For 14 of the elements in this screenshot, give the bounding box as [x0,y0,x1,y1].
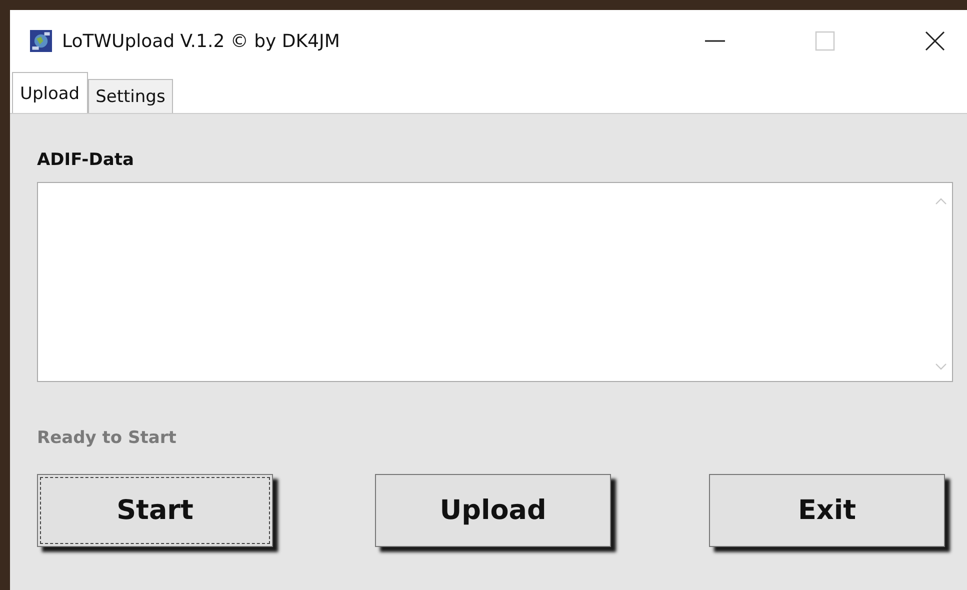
scroll-up-icon[interactable] [935,197,947,205]
action-button[interactable]: Start [37,474,273,547]
action-button[interactable]: Exit [709,474,945,547]
action-button[interactable]: Upload [375,474,611,547]
app-icon [30,30,52,52]
maximize-icon[interactable] [815,31,835,51]
scroll-down-icon[interactable] [935,363,947,371]
window-title: LoTWUpload V.1.2 © by DK4JM [62,30,340,52]
field-label: ADIF-Data [37,150,135,170]
tab[interactable]: Upload [12,72,88,113]
adif-data-field[interactable] [37,182,953,382]
status-text: Ready to Start [37,428,178,448]
tab[interactable]: Settings [88,79,174,113]
close-icon[interactable] [925,31,945,51]
